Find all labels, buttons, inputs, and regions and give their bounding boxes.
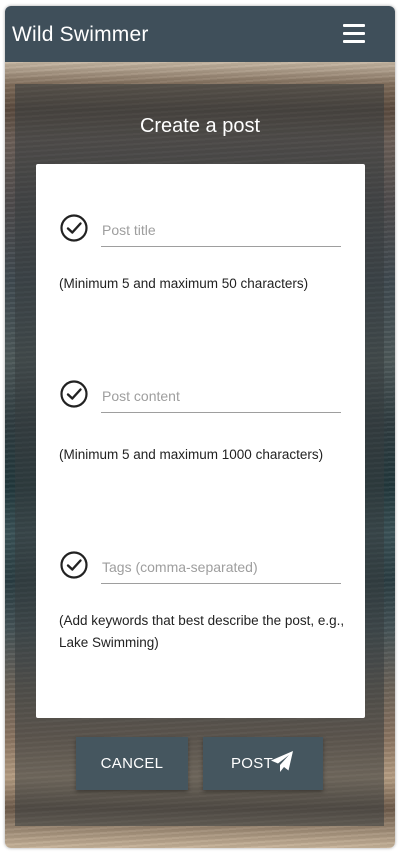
tags-input[interactable] — [101, 555, 341, 584]
cancel-button[interactable]: CANCEL — [76, 737, 188, 790]
send-icon — [271, 751, 293, 772]
page-title: Create a post — [139, 115, 261, 137]
post-content-input[interactable] — [101, 384, 341, 413]
check-circle-icon — [60, 380, 88, 408]
check-circle-icon — [60, 214, 88, 242]
post-button-label: POST — [231, 755, 274, 772]
post-button[interactable]: POST — [203, 737, 323, 790]
brand-title[interactable]: Wild Swimmer — [12, 22, 149, 48]
tags-helper: (Add keywords that best describe the pos… — [59, 613, 345, 650]
app-window: Wild Swimmer Create a post (Minimum 5 an… — [5, 6, 395, 848]
post-title-input[interactable] — [101, 218, 341, 247]
post-content-helper: (Minimum 5 and maximum 1000 characters) — [59, 447, 324, 462]
post-form-card: (Minimum 5 and maximum 50 characters) (M… — [36, 164, 365, 718]
navbar: Wild Swimmer — [5, 6, 395, 62]
check-circle-icon — [60, 551, 88, 579]
hamburger-menu-icon[interactable] — [341, 22, 369, 46]
post-title-helper: (Minimum 5 and maximum 50 characters) — [59, 276, 309, 291]
